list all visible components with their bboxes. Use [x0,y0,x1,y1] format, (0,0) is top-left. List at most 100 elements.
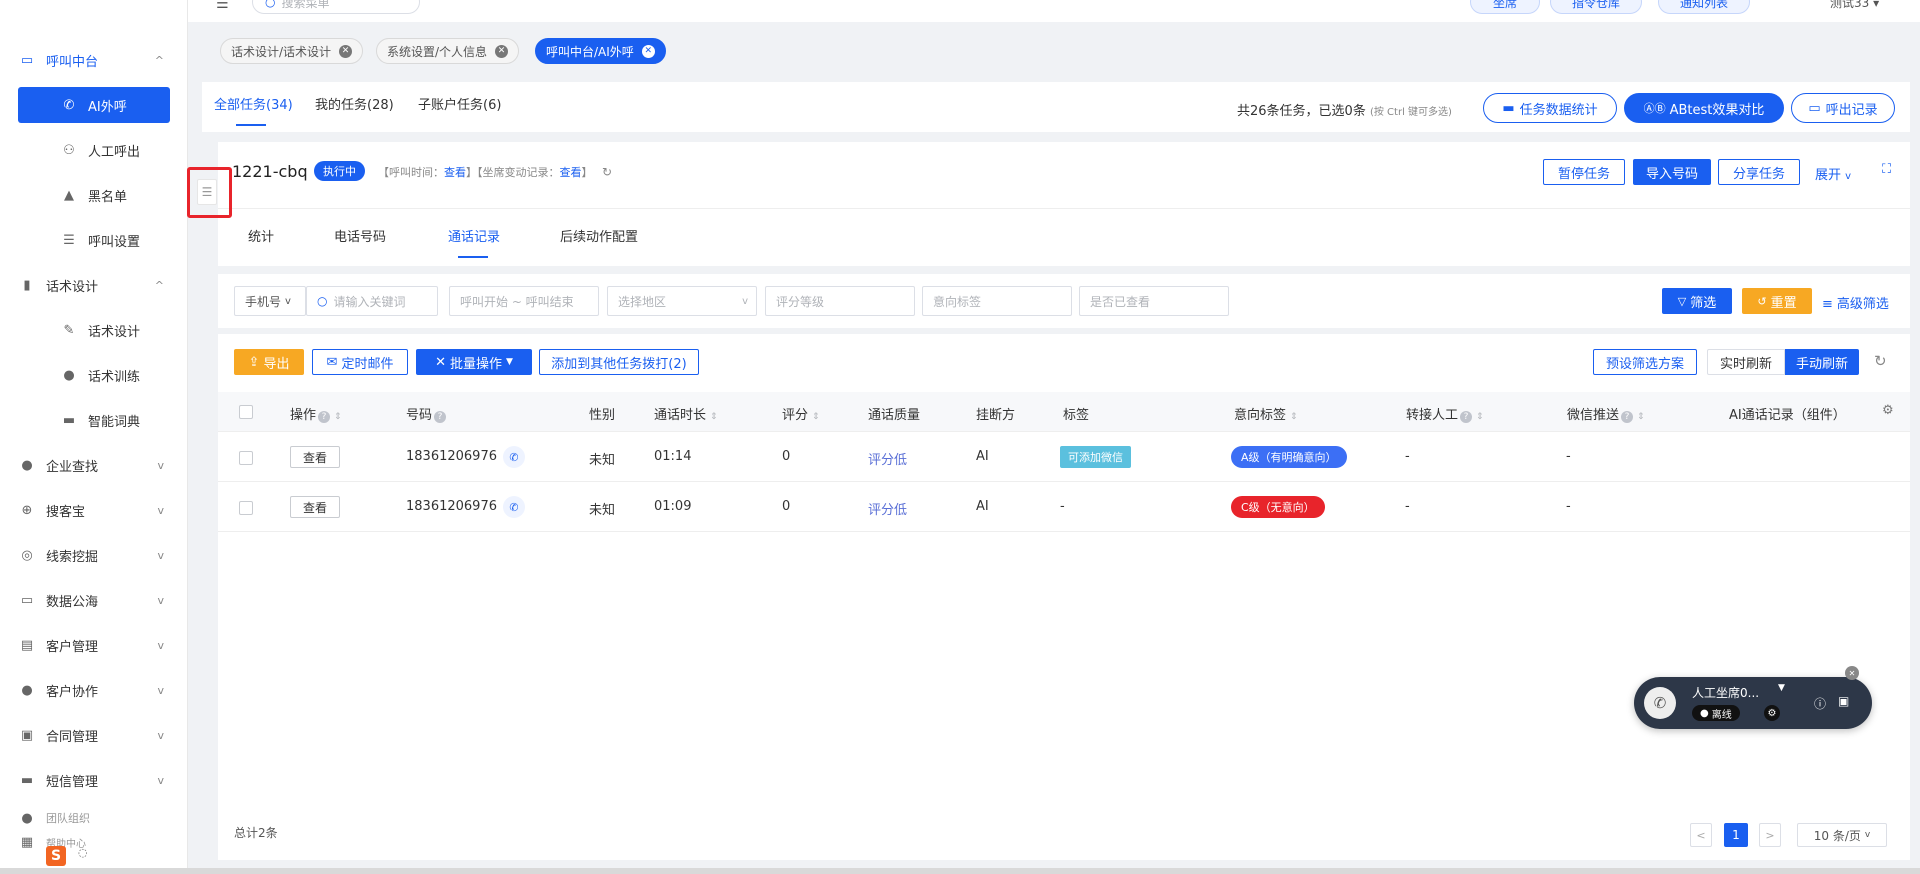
advanced-filter-link[interactable]: ≡ 高级筛选 [1822,293,1889,312]
view-button[interactable]: 查看 [290,496,340,518]
score-level-select[interactable]: 评分等级 [765,286,915,316]
task-stats-button[interactable]: ▬ 任务数据统计 [1483,93,1617,123]
seat-button[interactable]: 坐席 [1470,0,1540,14]
page-size-select[interactable]: 10 条/页 v [1797,823,1887,847]
row-checkbox[interactable] [239,451,253,465]
close-icon[interactable]: ✕ [1845,666,1859,680]
sort-icon[interactable]: ⇕ [1290,412,1298,422]
call-time-range-input[interactable]: 呼叫开始 ~ 呼叫结束 [449,286,599,316]
cell-quality[interactable]: 评分低 [868,449,907,468]
batch-operations-button[interactable]: ✕ 批量操作 ▼ [416,349,532,375]
row-checkbox[interactable] [239,501,253,515]
preset-filter-button[interactable]: 预设筛选方案 [1593,349,1697,375]
sidebar-item-leads[interactable]: ◎ 线索挖掘 v [18,537,170,573]
subtab-phone-numbers[interactable]: 电话号码 [334,226,386,245]
notification-list-button[interactable]: 通知列表 [1658,0,1750,14]
share-task-button[interactable]: 分享任务 [1718,159,1800,185]
sidebar-item-manual-call[interactable]: ⚇ 人工呼出 [18,132,170,168]
gear-icon[interactable]: ⚙ [1764,705,1780,721]
sidebar-item-script-design-sub[interactable]: ✎ 话术设计 [18,312,170,348]
call-log-button[interactable]: ▭ 呼出记录 [1791,93,1895,123]
horizontal-scrollbar[interactable] [0,868,1920,874]
sidebar-item-help[interactable]: ▦ 帮助中心 [18,834,170,850]
sidebar-item-call-settings[interactable]: ☰ 呼叫设置 [18,222,170,258]
call-time-link[interactable]: 查看 [444,166,466,179]
sidebar-item-blacklist[interactable]: ▲ 黑名单 [18,177,170,213]
col-intent[interactable]: 意向标签 ⇕ [1234,404,1298,423]
sidebar-item-contracts[interactable]: ▣ 合同管理 v [18,717,170,753]
import-numbers-button[interactable]: 导入号码 [1633,159,1711,185]
sidebar-item-script-training[interactable]: ● 话术训练 [18,357,170,393]
sort-icon[interactable]: ⇕ [812,412,820,422]
picture-icon[interactable]: ▣ [1838,694,1849,708]
close-icon[interactable]: ✕ [641,44,655,58]
sidebar-item-customers[interactable]: ▤ 客户管理 v [18,627,170,663]
sidebar-item-call-center[interactable]: ▭ 呼叫中台 ^ [18,42,170,78]
intent-tag-select[interactable]: 意向标签 [922,286,1072,316]
sidebar-item-sms[interactable]: ▬ 短信管理 v [18,762,170,798]
col-score[interactable]: 评分 ⇕ [782,404,820,423]
menu-collapse-icon[interactable]: ☰ [216,0,229,12]
sidebar-item-ai-call[interactable]: ✆ AI外呼 [18,87,170,123]
seat-change-link[interactable]: 查看 [560,166,582,179]
col-transfer[interactable]: 转接人工? ⇕ [1406,404,1484,423]
reset-button[interactable]: ↺ 重置 [1742,288,1812,314]
info-icon[interactable]: ⓘ [1814,695,1826,712]
filter-button[interactable]: ▽ 筛选 [1662,288,1732,314]
tab-sub-account-tasks[interactable]: 子账户任务(6) [418,94,501,113]
expand-toggle[interactable]: 展开 v [1815,164,1851,183]
sort-icon[interactable]: ⇕ [710,412,718,422]
region-select[interactable]: 选择地区 v [607,286,757,316]
call-phone-icon[interactable]: ✆ [503,496,525,518]
sidebar-item-dictionary[interactable]: ▬ 智能词典 [18,402,170,438]
add-to-other-task-button[interactable]: 添加到其他任务拨打(2) [539,349,699,375]
refresh-icon[interactable]: ↻ [602,165,612,179]
caret-down-icon[interactable]: ▼ [1778,683,1785,693]
user-menu[interactable]: 测试33 ▾ [1830,0,1879,11]
subtab-stats[interactable]: 统计 [248,226,274,245]
prev-page-button[interactable]: < [1690,823,1712,847]
sidebar-item-collab[interactable]: ● 客户协作 v [18,672,170,708]
sidebar-item-data-pool[interactable]: ▭ 数据公海 v [18,582,170,618]
sort-icon[interactable]: ⇕ [1476,412,1484,422]
subtab-call-records[interactable]: 通话记录 [448,226,500,245]
phone-icon[interactable]: ✆ [1644,687,1676,719]
tab-my-tasks[interactable]: 我的任务(28) [315,94,394,113]
tag-ai-call[interactable]: 呼叫中台/AI外呼 ✕ [535,38,666,64]
tag-script-design[interactable]: 话术设计/话术设计 ✕ [220,38,364,64]
sort-icon[interactable]: ⇕ [334,412,342,422]
ime-logo-icon[interactable]: S [46,846,66,866]
col-duration[interactable]: 通话时长 ⇕ [654,404,718,423]
seat-widget[interactable]: ✆ 人工坐席0... ▼ ● 离线 ⚙ ⓘ ▣ [1634,677,1872,729]
ime-options-icon[interactable]: ◌ [78,846,88,859]
close-icon[interactable]: ✕ [495,44,509,58]
menu-search[interactable]: ○ 搜索菜单 [252,0,420,14]
page-button-current[interactable]: 1 [1724,823,1748,847]
tab-all-tasks[interactable]: 全部任务(34) [214,94,293,113]
phone-type-select[interactable]: 手机号 v [234,286,306,316]
command-store-button[interactable]: 指令仓库 [1550,0,1642,14]
sidebar-item-script-design[interactable]: ▮ 话术设计 ^ [18,267,170,303]
tag-personal-info[interactable]: 系统设置/个人信息 ✕ [376,38,520,64]
close-icon[interactable]: ✕ [339,44,353,58]
export-button[interactable]: ⇪ 导出 [234,349,304,375]
view-button[interactable]: 查看 [290,446,340,468]
gear-icon[interactable]: ⚙ [1882,403,1894,418]
abtest-compare-button[interactable]: ⒶⒷ ABtest效果对比 [1624,93,1784,123]
keyword-input[interactable]: ○ 请输入关键词 [306,286,438,316]
sidebar-item-company-search[interactable]: ● 企业查找 v [18,447,170,483]
pause-task-button[interactable]: 暂停任务 [1543,159,1625,185]
subtab-followup-config[interactable]: 后续动作配置 [560,226,638,245]
collapse-panel-icon[interactable]: ☰ [197,179,217,205]
fullscreen-icon[interactable]: ⛶ [1882,162,1891,177]
refresh-icon[interactable]: ↻ [1874,352,1887,370]
sidebar-item-souke[interactable]: ⊕ 搜客宝 v [18,492,170,528]
seat-status-badge[interactable]: ● 离线 [1692,705,1740,721]
sort-icon[interactable]: ⇕ [1637,412,1645,422]
next-page-button[interactable]: > [1759,823,1781,847]
realtime-refresh-toggle[interactable]: 实时刷新 [1707,349,1785,375]
manual-refresh-toggle[interactable]: 手动刷新 [1785,349,1859,375]
scheduled-mail-button[interactable]: ✉ 定时邮件 [312,349,408,375]
select-all-checkbox[interactable] [239,405,253,419]
call-phone-icon[interactable]: ✆ [503,446,525,468]
